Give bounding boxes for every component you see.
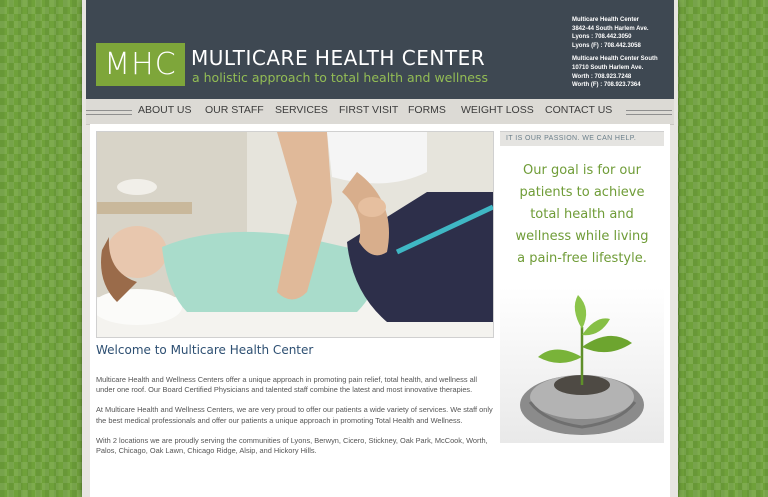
goal-line: total health and: [530, 207, 634, 222]
nav-services[interactable]: SERVICES: [275, 104, 339, 116]
location-lyons: Multicare Health Center 3842-44 South Ha…: [572, 16, 658, 50]
intro-paragraph: With 2 locations we are proudly serving …: [96, 435, 488, 456]
location-fax: Lyons (F) : 708.442.3058: [572, 42, 641, 49]
goal-line: Our goal is for our: [523, 163, 641, 178]
goal-line: patients to achieve: [519, 185, 645, 200]
location-address: 3842-44 South Harlem Ave.: [572, 25, 649, 32]
site-tagline: a holistic approach to total health and …: [192, 70, 488, 85]
goal-statement: Our goal is for our patients to achieve …: [500, 160, 664, 270]
nav-our-staff[interactable]: OUR STAFF: [205, 104, 275, 116]
plant-in-hands-image: [500, 287, 664, 443]
site-name[interactable]: MULTICARE HEALTH CENTER: [191, 46, 485, 70]
goal-line: wellness while living: [515, 229, 649, 244]
nav-contact-us[interactable]: CONTACT US: [545, 104, 612, 116]
sidebar: IT IS OUR PASSION. WE CAN HELP. Our goal…: [500, 131, 664, 443]
location-name: Multicare Health Center South: [572, 56, 658, 63]
physical-therapy-illustration: [97, 132, 493, 337]
location-phone: Lyons : 708.442.3050: [572, 34, 632, 41]
site-header: MHC MULTICARE HEALTH CENTER a holistic a…: [86, 0, 674, 99]
nav-forms[interactable]: FORMS: [408, 104, 461, 116]
logo[interactable]: MHC: [96, 43, 185, 86]
nav-about-us[interactable]: ABOUT US: [138, 104, 205, 116]
location-fax: Worth (F) : 708.923.7364: [572, 82, 641, 89]
nav-first-visit[interactable]: FIRST VISIT: [339, 104, 408, 116]
nav-items: ABOUT US OUR STAFF SERVICES FIRST VISIT …: [138, 104, 612, 116]
location-worth: Multicare Health Center South 10710 Sout…: [572, 55, 658, 89]
intro-paragraph: At Multicare Health and Wellness Centers…: [96, 405, 493, 425]
location-address: 10710 South Harlem Ave.: [572, 64, 644, 71]
passion-banner: IT IS OUR PASSION. WE CAN HELP.: [500, 131, 664, 146]
location-name: Multicare Health Center: [572, 17, 640, 23]
location-phone: Worth : 708.923.7248: [572, 73, 632, 80]
main-content: Welcome to Multicare Health Center Multi…: [90, 124, 670, 497]
welcome-heading: Welcome to Multicare Health Center: [96, 343, 314, 357]
nav-divider-right: [626, 110, 672, 115]
nav-divider-left: [86, 110, 132, 115]
intro-paragraph: Multicare Health and Wellness Centers of…: [96, 375, 477, 395]
page-container: MHC MULTICARE HEALTH CENTER a holistic a…: [82, 0, 678, 497]
main-nav: ABOUT US OUR STAFF SERVICES FIRST VISIT …: [86, 99, 674, 125]
nav-weight-loss[interactable]: WEIGHT LOSS: [461, 104, 545, 116]
goal-line: a pain-free lifestyle.: [517, 251, 647, 266]
location-info: Multicare Health Center 3842-44 South Ha…: [572, 16, 658, 95]
hero-image: [96, 131, 494, 338]
intro-text: Multicare Health and Wellness Centers of…: [96, 375, 496, 466]
